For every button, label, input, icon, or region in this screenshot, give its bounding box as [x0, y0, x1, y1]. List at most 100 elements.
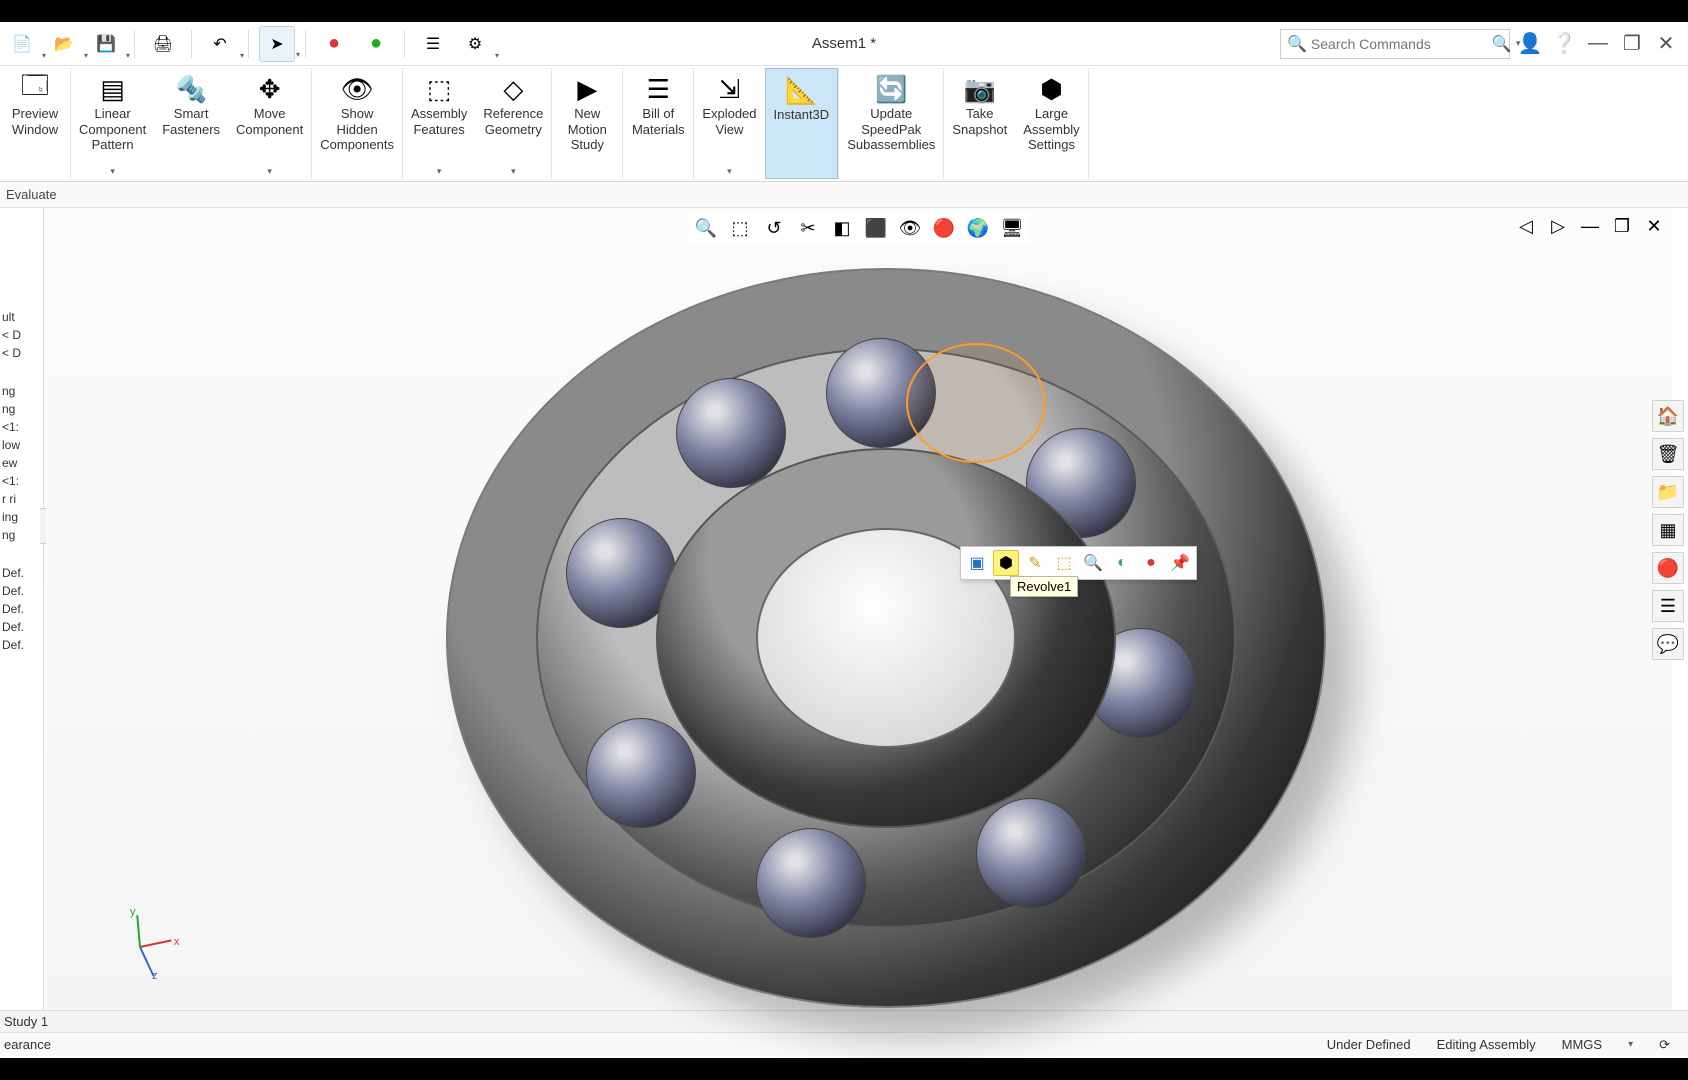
tab-evaluate[interactable]: Evaluate: [6, 187, 57, 202]
tree-row[interactable]: < D: [0, 344, 43, 362]
tree-row[interactable]: ing: [0, 508, 43, 526]
smart-fasteners-button[interactable]: 🔩Smart Fasteners: [154, 68, 228, 179]
graphics-viewport[interactable]: 🔍 ⬚ ↺ ✂ ◧ ⬛ 👁 🔴 🌍 🖥 ◁ ▷ — ❐ ✕: [46, 208, 1672, 1010]
taskpane-forum-icon[interactable]: 💬: [1652, 628, 1684, 660]
window-maximize-button[interactable]: ❐: [1618, 30, 1646, 58]
tree-row[interactable]: ng: [0, 382, 43, 400]
section-view-icon[interactable]: ✂: [794, 214, 822, 242]
print-button[interactable]: 🖨: [145, 26, 181, 62]
zoom-area-icon[interactable]: ⬚: [726, 214, 754, 242]
main-area: ult < D < D ng ng <1: low ew <1: r ri in…: [0, 208, 1688, 1010]
tree-row[interactable]: r ri: [0, 490, 43, 508]
apply-scene-icon[interactable]: 🌍: [964, 214, 992, 242]
search-commands[interactable]: 🔍 🔍 ▾: [1280, 29, 1510, 59]
previous-view-icon[interactable]: ↺: [760, 214, 788, 242]
user-icon[interactable]: 👤: [1516, 30, 1544, 58]
ctx-edit-feature-icon[interactable]: ✎: [1022, 550, 1048, 576]
ctx-pin-icon[interactable]: 📌: [1167, 550, 1193, 576]
orientation-triad[interactable]: x y z: [116, 910, 186, 980]
tree-row[interactable]: Def.: [0, 618, 43, 636]
axis-y: [136, 915, 141, 947]
search-icon: 🔍: [1287, 34, 1307, 54]
preview-window-button[interactable]: 🗔Preview Window: [0, 68, 70, 179]
settings-gear-button[interactable]: ⚙▾: [457, 26, 493, 62]
zoom-fit-icon[interactable]: 🔍: [692, 214, 720, 242]
vp-min-icon[interactable]: —: [1576, 212, 1604, 240]
tree-row[interactable]: Def.: [0, 564, 43, 582]
rebuild-error-icon[interactable]: ●: [316, 26, 352, 62]
tree-row[interactable]: low: [0, 436, 43, 454]
assembly-features-button[interactable]: ⬚Assembly Features▾: [403, 68, 475, 179]
undo-button[interactable]: ↶▾: [202, 26, 238, 62]
take-snapshot-button[interactable]: 📷Take Snapshot: [944, 68, 1015, 179]
tree-row[interactable]: ult: [0, 308, 43, 326]
help-icon[interactable]: ❔: [1550, 30, 1578, 58]
ctx-appearance-icon[interactable]: ●: [1138, 550, 1164, 576]
hide-show-icon[interactable]: 👁: [896, 214, 924, 242]
view-orientation-icon[interactable]: ⬛: [862, 214, 890, 242]
display-style-icon[interactable]: ◧: [828, 214, 856, 242]
exploded-view-button[interactable]: ⇲Exploded View▾: [694, 68, 764, 179]
taskpane-appearances-icon[interactable]: 🔴: [1652, 552, 1684, 584]
ctx-normal-to-icon[interactable]: ◐: [1109, 550, 1135, 576]
vp-close-icon[interactable]: ✕: [1640, 212, 1668, 240]
feature-tree[interactable]: ult < D < D ng ng <1: low ew <1: r ri in…: [0, 208, 44, 1010]
vp-max-icon[interactable]: ❐: [1608, 212, 1636, 240]
vp-next-icon[interactable]: ▷: [1544, 212, 1572, 240]
taskpane-custom-props-icon[interactable]: ☰: [1652, 590, 1684, 622]
rebuild-ok-icon[interactable]: ●: [358, 26, 394, 62]
window-minimize-button[interactable]: —: [1584, 30, 1612, 58]
tree-row[interactable]: < D: [0, 326, 43, 344]
ball[interactable]: [586, 718, 696, 828]
tree-row[interactable]: Def.: [0, 600, 43, 618]
taskpane-view-palette-icon[interactable]: ▦: [1652, 514, 1684, 546]
large-assembly-settings-button[interactable]: ⬢Large Assembly Settings: [1015, 68, 1087, 179]
model-bearing[interactable]: [386, 248, 1246, 1008]
tree-row[interactable]: Def.: [0, 582, 43, 600]
save-button[interactable]: 💾▾: [88, 26, 124, 62]
options-list-button[interactable]: ☰: [415, 26, 451, 62]
tree-row[interactable]: ng: [0, 400, 43, 418]
search-input[interactable]: [1311, 36, 1492, 52]
ctx-isolate-icon[interactable]: ⬢: [993, 550, 1019, 576]
taskpane-file-explorer-icon[interactable]: 📁: [1652, 476, 1684, 508]
heads-up-view-toolbar: 🔍 ⬚ ↺ ✂ ◧ ⬛ 👁 🔴 🌍 🖥: [688, 212, 1030, 244]
motion-study-tab[interactable]: Study 1: [4, 1014, 48, 1029]
new-motion-study-button[interactable]: ▶New Motion Study: [552, 68, 622, 179]
ball[interactable]: [976, 798, 1086, 908]
ball[interactable]: [676, 378, 786, 488]
ctx-select-other-icon[interactable]: ▣: [964, 550, 990, 576]
bill-of-materials-button[interactable]: ☰Bill of Materials: [623, 68, 693, 179]
window-close-button[interactable]: ✕: [1652, 30, 1680, 58]
ball[interactable]: [756, 828, 866, 938]
update-speedpak-button[interactable]: 🔄Update SpeedPak Subassemblies: [839, 68, 943, 179]
status-defined: Under Defined: [1327, 1037, 1411, 1052]
document-title: Assem1 *: [812, 35, 876, 52]
view-settings-icon[interactable]: 🖥: [998, 214, 1026, 242]
status-rebuild-icon[interactable]: ⟳: [1659, 1037, 1670, 1053]
status-left: earance: [4, 1037, 51, 1052]
tree-row[interactable]: ng: [0, 526, 43, 544]
edit-appearance-icon[interactable]: 🔴: [930, 214, 958, 242]
select-button[interactable]: ➤▾: [259, 26, 295, 62]
vp-prev-icon[interactable]: ◁: [1512, 212, 1540, 240]
tree-row[interactable]: Def.: [0, 636, 43, 654]
new-doc-button[interactable]: 📄▾: [4, 26, 40, 62]
move-component-button[interactable]: ✥Move Component▾: [228, 68, 311, 179]
instant3d-button[interactable]: 📐Instant3D: [765, 68, 839, 179]
taskpane-home-icon[interactable]: 🏠: [1652, 400, 1684, 432]
tree-row[interactable]: ew: [0, 454, 43, 472]
ctx-hide-icon[interactable]: ⬚: [1051, 550, 1077, 576]
tree-row[interactable]: <1:: [0, 472, 43, 490]
search-go-icon[interactable]: 🔍: [1492, 34, 1512, 54]
linear-component-pattern-button[interactable]: ▤Linear Component Pattern▾: [71, 68, 154, 179]
reference-geometry-button[interactable]: ◇Reference Geometry▾: [475, 68, 551, 179]
show-hidden-components-button[interactable]: 👁Show Hidden Components: [312, 68, 402, 179]
taskpane-resources-icon[interactable]: 🗑: [1652, 438, 1684, 470]
ctx-zoom-selection-icon[interactable]: 🔍: [1080, 550, 1106, 576]
command-tabs: Evaluate: [0, 182, 1688, 208]
open-button[interactable]: 📂▾: [46, 26, 82, 62]
status-units-dropdown-icon[interactable]: ▾: [1628, 1039, 1633, 1050]
status-units[interactable]: MMGS: [1562, 1037, 1602, 1052]
tree-row[interactable]: <1:: [0, 418, 43, 436]
